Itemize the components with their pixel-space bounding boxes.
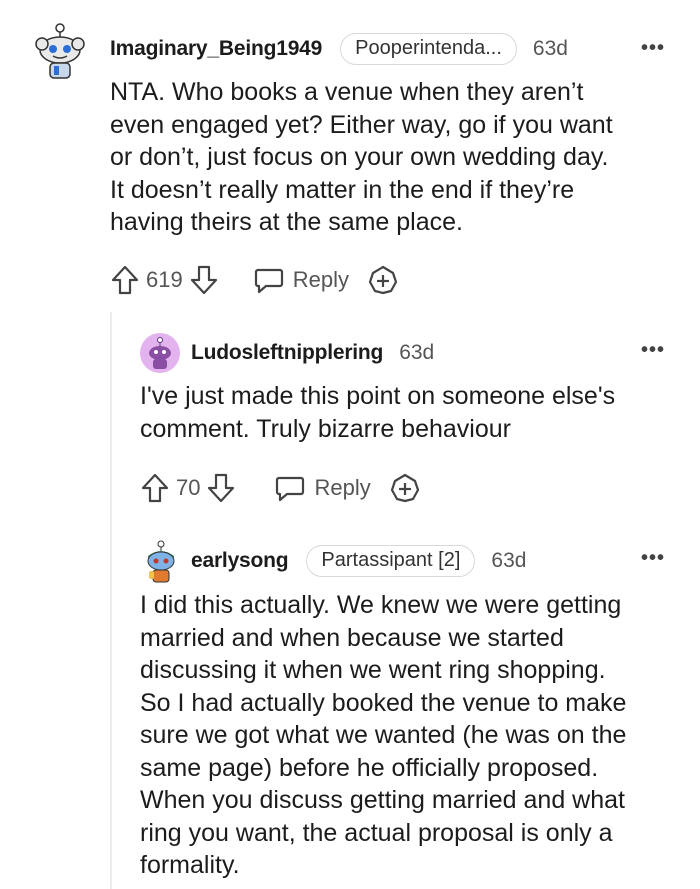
username[interactable]: Imaginary_Being1949	[110, 37, 322, 61]
more-options-button[interactable]: •••	[641, 548, 665, 568]
comment-text-line: discussing it when we went ring shopping…	[140, 656, 606, 684]
comment-text-line: When you discuss getting married and wha…	[140, 786, 625, 814]
upvote-icon[interactable]	[110, 264, 140, 296]
thread-line[interactable]	[110, 312, 112, 889]
reply-label: Reply	[314, 475, 371, 500]
snoo-avatar-icon[interactable]	[34, 22, 86, 80]
comment-text-line: formality.	[140, 851, 240, 879]
comment-text-line: even engaged yet? Either way, go if you …	[110, 110, 613, 139]
comment-actions: 619 Reply	[110, 262, 399, 298]
vote-count: 70	[176, 475, 201, 500]
comment-text-line: having theirs at the same place.	[110, 208, 463, 236]
comment-text-line: I've just made this point on someone els…	[140, 382, 616, 410]
snoo-avatar-icon[interactable]	[140, 333, 180, 373]
vote-count: 619	[146, 267, 183, 292]
comment-text-line: comment. Truly bizarre behaviour	[140, 414, 511, 443]
comment-text-line: So I had actually booked the venue to ma…	[140, 688, 627, 717]
downvote-icon[interactable]	[206, 472, 236, 504]
reply-button[interactable]: Reply	[274, 473, 371, 503]
user-flair: Pooperintenda...	[340, 33, 517, 65]
comment-text-line: sure we got what we wanted (he was on th…	[140, 721, 627, 749]
user-flair: Partassipant [2]	[306, 545, 476, 577]
timestamp: 63d	[532, 37, 568, 60]
award-button[interactable]	[389, 472, 421, 504]
comment-header: Imaginary_Being1949 Pooperintenda... 63d	[110, 31, 568, 67]
comment-body: I did this actually. We knew we were get…	[140, 589, 695, 882]
username[interactable]: Ludosleftnipplering	[191, 341, 383, 365]
comment-text-line: or don’t, just focus on your own wedding…	[110, 143, 609, 171]
comment-header: earlysong Partassipant [2] 63d	[191, 543, 526, 579]
comment-actions: 70 Reply	[140, 470, 421, 506]
timestamp: 63d	[491, 549, 527, 572]
reply-label: Reply	[292, 267, 349, 292]
comment-header: Ludosleftnipplering 63d	[191, 336, 434, 370]
more-options-button[interactable]: •••	[641, 340, 665, 360]
downvote-icon[interactable]	[189, 264, 219, 296]
username[interactable]: earlysong	[191, 549, 289, 573]
reply-icon	[254, 268, 283, 294]
snoo-avatar-icon[interactable]	[144, 540, 178, 584]
comment-body: NTA. Who books a venue when they aren’t …	[110, 76, 690, 239]
reply-button[interactable]: Reply	[253, 265, 349, 295]
comment-text-line: married and when because we started	[140, 623, 564, 652]
reply-icon	[276, 476, 305, 502]
more-options-button[interactable]: •••	[641, 38, 665, 58]
comment-text-line: same page) before he officially proposed…	[140, 753, 599, 782]
comment-text-line: I did this actually. We knew we were get…	[140, 591, 622, 619]
award-button[interactable]	[367, 264, 399, 296]
comment-text-line: It doesn’t really matter in the end if t…	[110, 175, 575, 204]
comment-body: I've just made this point on someone els…	[140, 380, 690, 445]
timestamp: 63d	[399, 341, 435, 364]
award-plus-icon	[390, 473, 419, 503]
upvote-icon[interactable]	[140, 472, 170, 504]
comment-text-line: NTA. Who books a venue when they aren’t	[110, 78, 584, 106]
award-plus-icon	[368, 265, 398, 295]
comment-text-line: ring you want, the actual proposal is on…	[140, 818, 613, 847]
